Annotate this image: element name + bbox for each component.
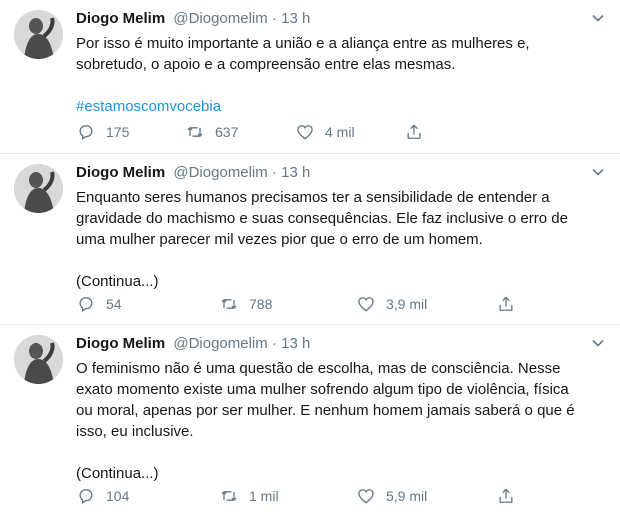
like-count: 5,9 mil — [386, 488, 428, 504]
timestamp[interactable]: 13 h — [281, 335, 310, 352]
display-name[interactable]: Diogo Melim — [76, 164, 165, 181]
avatar[interactable] — [14, 164, 63, 213]
timeline: Diogo Melim @Diogomelim · 13 h Por isso … — [0, 0, 620, 517]
hashtag-link[interactable]: #estamoscomvocebia — [76, 96, 606, 117]
user-handle[interactable]: @Diogomelim — [173, 164, 267, 181]
like-count: 3,9 mil — [386, 296, 428, 312]
timestamp[interactable]: 13 h — [281, 10, 310, 27]
chevron-down-icon[interactable] — [590, 164, 606, 180]
retweet-icon — [221, 299, 237, 309]
avatar[interactable] — [14, 335, 63, 384]
tweet[interactable]: Diogo Melim @Diogomelim · 13 h Enquanto … — [0, 154, 620, 325]
continua-text: (Continua...) — [76, 465, 159, 482]
avatar[interactable] — [14, 10, 63, 59]
retweet-icon — [221, 491, 237, 501]
like-icon — [358, 489, 374, 504]
user-handle[interactable]: @Diogomelim — [173, 335, 267, 352]
reply-count: 175 — [106, 124, 130, 140]
like-button[interactable]: 5,9 mil — [356, 485, 427, 507]
reply-count: 104 — [106, 488, 130, 504]
share-button[interactable] — [496, 293, 516, 315]
reply-button[interactable]: 175 — [76, 121, 129, 143]
tweet-line: isso, eu inclusive. — [76, 423, 194, 440]
retweet-count: 788 — [249, 296, 273, 312]
retweet-icon — [187, 127, 203, 137]
tweet-actions: 54 788 3,9 mil — [76, 293, 526, 315]
like-button[interactable]: 4 mil — [295, 121, 355, 143]
retweet-button[interactable]: 637 — [185, 121, 238, 143]
tweet-header: Diogo Melim @Diogomelim · 13 h — [76, 163, 310, 183]
display-name[interactable]: Diogo Melim — [76, 335, 165, 352]
like-button[interactable]: 3,9 mil — [356, 293, 427, 315]
tweet-line: exato momento existe uma mulher sofrendo… — [76, 381, 569, 398]
share-button[interactable] — [404, 121, 424, 143]
separator-dot: · — [271, 10, 277, 27]
reply-button[interactable]: 54 — [76, 293, 122, 315]
reply-button[interactable]: 104 — [76, 485, 129, 507]
user-handle[interactable]: @Diogomelim — [173, 10, 267, 27]
tweet-line: sobretudo, o apoio e a compreensão entre… — [76, 56, 456, 73]
tweet-line: Por isso é muito importante a união e a … — [76, 35, 530, 52]
tweet-actions: 175 637 4 mil — [76, 121, 526, 143]
reply-count: 54 — [106, 296, 122, 312]
tweet-text: Enquanto seres humanos precisamos ter a … — [76, 187, 606, 292]
timestamp[interactable]: 13 h — [281, 164, 310, 181]
tweet-line: Enquanto seres humanos precisamos ter a … — [76, 189, 550, 206]
chevron-down-icon[interactable] — [590, 335, 606, 351]
tweet[interactable]: Diogo Melim @Diogomelim · 13 h O feminis… — [0, 325, 620, 517]
tweet-line: uma mulher parecer mil vezes pior que o … — [76, 231, 483, 248]
separator-dot: · — [271, 164, 277, 181]
share-icon — [499, 296, 513, 311]
retweet-button[interactable]: 1 mil — [219, 485, 279, 507]
reply-icon — [79, 125, 93, 140]
reply-icon — [79, 489, 93, 504]
reply-icon — [79, 297, 93, 312]
like-icon — [297, 125, 313, 140]
like-count: 4 mil — [325, 124, 355, 140]
share-button[interactable] — [496, 485, 516, 507]
share-icon — [407, 124, 421, 139]
tweet-actions: 104 1 mil 5,9 mil — [76, 485, 526, 507]
retweet-count: 637 — [215, 124, 239, 140]
share-icon — [499, 488, 513, 503]
display-name[interactable]: Diogo Melim — [76, 10, 165, 27]
tweet-line: ou moral, apenas por ser mulher. E nenhu… — [76, 402, 575, 419]
retweet-count: 1 mil — [249, 488, 279, 504]
tweet-line: gravidade do machismo e suas consequênci… — [76, 210, 568, 227]
chevron-down-icon[interactable] — [590, 10, 606, 26]
tweet-text: O feminismo não é uma questão de escolha… — [76, 358, 606, 484]
tweet[interactable]: Diogo Melim @Diogomelim · 13 h Por isso … — [0, 0, 620, 154]
like-icon — [358, 297, 374, 312]
continua-text: (Continua...) — [76, 273, 159, 290]
separator-dot: · — [271, 335, 277, 352]
tweet-header: Diogo Melim @Diogomelim · 13 h — [76, 9, 310, 29]
tweet-line: O feminismo não é uma questão de escolha… — [76, 360, 561, 377]
tweet-header: Diogo Melim @Diogomelim · 13 h — [76, 334, 310, 354]
tweet-text: Por isso é muito importante a união e a … — [76, 33, 606, 117]
retweet-button[interactable]: 788 — [219, 293, 272, 315]
